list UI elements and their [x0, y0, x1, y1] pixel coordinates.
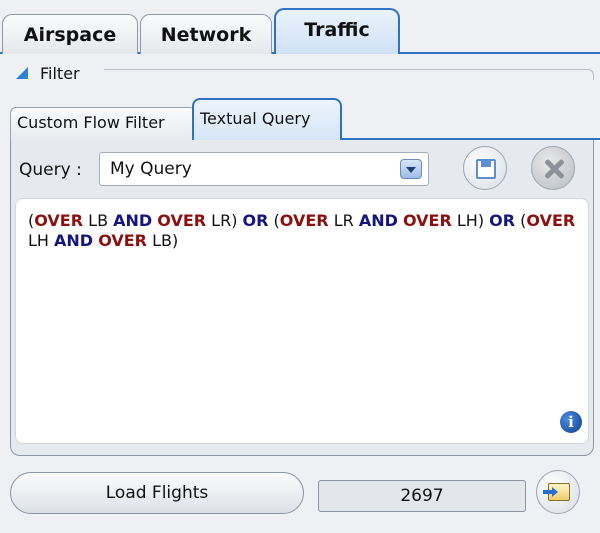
flight-count-field: 2697	[318, 480, 526, 512]
export-icon	[543, 483, 570, 501]
keyword-over: OVER	[279, 211, 329, 230]
query-token: LB	[83, 211, 114, 230]
query-token: (	[268, 211, 280, 230]
info-icon[interactable]: i	[560, 411, 582, 433]
keyword-logic: AND	[54, 231, 94, 250]
query-text: (OVER LB AND OVER LR) OR (OVER LR AND OV…	[28, 211, 578, 251]
keyword-over: OVER	[157, 211, 207, 230]
top-tab-bar: Airspace Network Traffic	[0, 0, 600, 56]
keyword-over: OVER	[34, 211, 84, 230]
query-token: LR	[328, 211, 359, 230]
keyword-logic: OR	[489, 211, 516, 230]
query-token: LH	[28, 231, 55, 250]
filter-group-border	[104, 69, 594, 80]
keyword-logic: AND	[358, 211, 398, 230]
tab-traffic[interactable]: Traffic	[274, 8, 400, 54]
query-token: LH)	[451, 211, 490, 230]
tab-network[interactable]: Network	[140, 14, 272, 54]
query-label: Query :	[19, 160, 82, 180]
sub-tab-bar: Custom Flow Filter Textual Query	[0, 95, 600, 145]
query-token: LR)	[206, 211, 243, 230]
keyword-over: OVER	[98, 231, 147, 250]
export-button[interactable]	[536, 470, 580, 514]
keyword-over: OVER	[526, 211, 576, 230]
keyword-logic: AND	[113, 211, 153, 230]
load-flights-button[interactable]: Load Flights	[10, 472, 304, 514]
tab-textual-query[interactable]: Textual Query	[192, 98, 342, 140]
keyword-logic: OR	[242, 211, 269, 230]
filter-label: Filter	[40, 64, 80, 83]
query-token: (	[515, 211, 527, 230]
chevron-down-icon[interactable]	[400, 159, 422, 179]
tab-custom-flow-filter[interactable]: Custom Flow Filter	[10, 107, 196, 140]
triangle-expanded-icon[interactable]	[16, 67, 28, 79]
close-x-icon	[542, 157, 566, 181]
keyword-over: OVER	[402, 211, 452, 230]
textual-query-panel: Query : My Query (OVER LB AND OVER LR) O…	[10, 140, 594, 456]
floppy-disk-icon	[476, 159, 496, 179]
query-text-area[interactable]: (OVER LB AND OVER LR) OR (OVER LR AND OV…	[15, 198, 589, 444]
tab-airspace[interactable]: Airspace	[2, 14, 138, 54]
query-token: LB)	[147, 231, 179, 250]
save-query-button[interactable]	[463, 146, 507, 190]
delete-query-button[interactable]	[531, 146, 575, 190]
filter-section-header[interactable]: Filter	[14, 63, 594, 85]
query-select-value: My Query	[110, 159, 192, 179]
query-select[interactable]: My Query	[99, 152, 429, 186]
